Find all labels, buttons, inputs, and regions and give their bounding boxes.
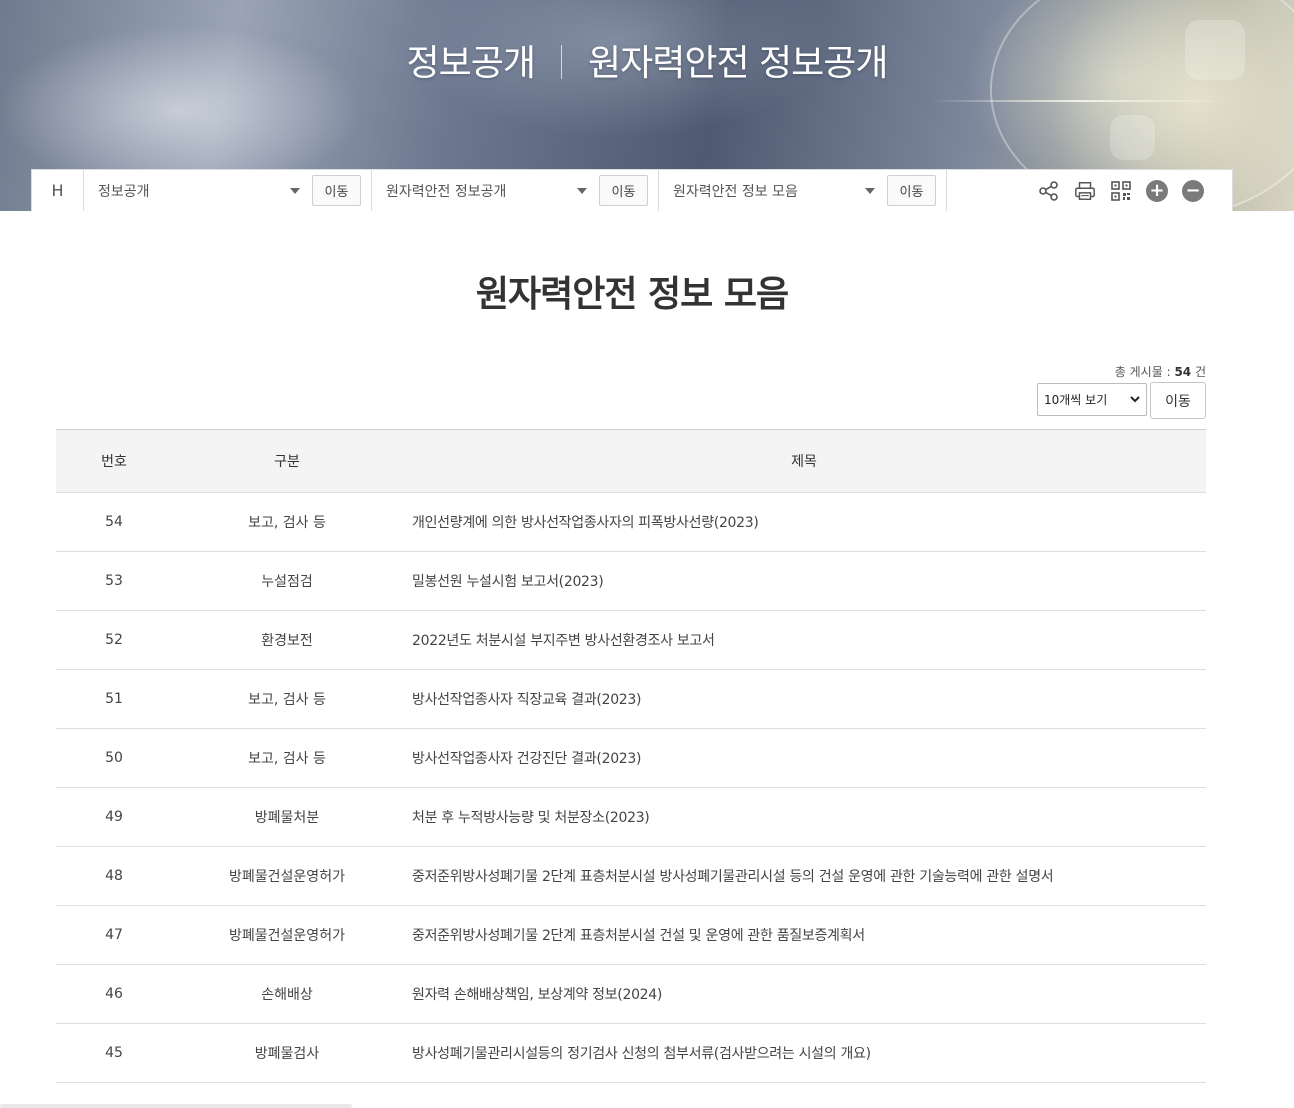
- share-icon[interactable]: [1038, 180, 1060, 202]
- row-title-link[interactable]: 중저준위방사성폐기물 2단계 표층처분시설 건설 및 운영에 관한 품질보증계획…: [412, 928, 865, 944]
- row-category: 환경보전: [261, 633, 313, 649]
- location-level1-go-button[interactable]: 이동: [312, 175, 361, 206]
- location-level2-go-button[interactable]: 이동: [599, 175, 648, 206]
- row-title-cell: 2022년도 처분시설 부지주변 방사선환경조사 보고서: [402, 630, 1206, 650]
- table-row: 48 방폐물건설운영허가 중저준위방사성폐기물 2단계 표층처분시설 방사성폐기물관…: [56, 847, 1206, 906]
- row-number: 54: [105, 514, 123, 530]
- row-category: 방폐물검사: [254, 1046, 320, 1062]
- table-row: 45 방폐물검사 방사성폐기물관리시설등의 정기검사 신청의 첨부서류(검사받으려는…: [56, 1024, 1206, 1083]
- horizontal-scrollbar[interactable]: [0, 1104, 352, 1108]
- location-level1: 정보공개 이동: [84, 169, 372, 211]
- location-level3-label: 원자력안전 정보 모음: [673, 183, 798, 200]
- header-title: 제목: [791, 454, 817, 470]
- zoom-in-icon[interactable]: +: [1146, 179, 1168, 202]
- row-title-cell: 처분 후 누적방사능량 및 처분장소(2023): [402, 807, 1206, 827]
- table-body: 54 보고, 검사 등 개인선량계에 의한 방사선작업종사자의 피폭방사선량(202…: [56, 493, 1206, 1083]
- row-title-link[interactable]: 밀봉선원 누설시험 보고서(2023): [412, 574, 604, 590]
- row-number: 53: [105, 573, 123, 589]
- total-prefix: 총 게시물 :: [1114, 365, 1175, 379]
- total-suffix: 건: [1191, 365, 1206, 379]
- table-row: 47 방폐물건설운영허가 중저준위방사성폐기물 2단계 표층처분시설 건설 및 운영…: [56, 906, 1206, 965]
- table-row: 50 보고, 검사 등 방사선작업종사자 건강진단 결과(2023): [56, 729, 1206, 788]
- row-category: 방폐물건설운영허가: [229, 928, 345, 944]
- row-title-cell: 밀봉선원 누설시험 보고서(2023): [402, 571, 1206, 591]
- table-row: 49 방폐물처분 처분 후 누적방사능량 및 처분장소(2023): [56, 788, 1206, 847]
- home-link[interactable]: H: [32, 169, 84, 211]
- row-category: 방폐물처분: [254, 810, 320, 826]
- row-title-cell: 중저준위방사성폐기물 2단계 표층처분시설 방사성폐기물관리시설 등의 건설 운…: [402, 866, 1206, 886]
- hero-light-line: [930, 100, 1230, 102]
- row-category: 손해배상: [261, 987, 313, 1003]
- hero-title-left: 정보공개: [406, 43, 535, 84]
- row-category: 보고, 검사 등: [248, 751, 326, 767]
- total-count: 총 게시물 : 54 건: [1115, 363, 1206, 380]
- row-title-cell: 원자력 손해배상책임, 보상계약 정보(2024): [402, 984, 1206, 1004]
- row-title-link[interactable]: 방사선작업종사자 직장교육 결과(2023): [412, 692, 641, 708]
- row-title-link[interactable]: 원자력 손해배상책임, 보상계약 정보(2024): [412, 987, 662, 1003]
- row-category: 보고, 검사 등: [248, 515, 326, 531]
- per-page-go-button[interactable]: 이동: [1150, 382, 1206, 419]
- location-bar: H 정보공개 이동 원자력안전 정보공개 이동 원자력안전 정보 모음 이동 +…: [31, 169, 1233, 211]
- location-level2-label: 원자력안전 정보공개: [386, 183, 507, 200]
- zoom-out-icon[interactable]: −: [1182, 179, 1204, 202]
- location-level3-go-button[interactable]: 이동: [887, 175, 936, 206]
- location-level1-label: 정보공개: [98, 183, 150, 200]
- row-number: 48: [105, 868, 123, 884]
- per-page-select[interactable]: 10개씩 보기: [1037, 383, 1147, 416]
- hero-title-right: 원자력안전 정보공개: [587, 43, 889, 84]
- print-icon[interactable]: [1074, 180, 1096, 202]
- row-category: 방폐물건설운영허가: [229, 869, 345, 885]
- row-title-cell: 방사성폐기물관리시설등의 정기검사 신청의 첨부서류(검사받으려는 시설의 개요…: [402, 1043, 1206, 1063]
- row-number: 46: [105, 986, 123, 1002]
- row-title-link[interactable]: 중저준위방사성폐기물 2단계 표층처분시설 방사성폐기물관리시설 등의 건설 운…: [412, 869, 1054, 885]
- page-tools: + −: [947, 179, 1232, 202]
- table-row: 53 누설점검 밀봉선원 누설시험 보고서(2023): [56, 552, 1206, 611]
- row-number: 45: [105, 1045, 123, 1061]
- caret-down-icon: [290, 187, 300, 194]
- hero-title-divider: [560, 45, 562, 79]
- total-number: 54: [1174, 365, 1192, 379]
- hero-hexagon-decoration: [1110, 115, 1155, 160]
- hero-banner: 정보공개 원자력안전 정보공개 H 정보공개 이동 원자력안전 정보공개 이동 원…: [0, 0, 1294, 211]
- row-title-cell: 방사선작업종사자 건강진단 결과(2023): [402, 748, 1206, 768]
- row-category: 보고, 검사 등: [248, 692, 326, 708]
- row-title-cell: 개인선량계에 의한 방사선작업종사자의 피폭방사선량(2023): [402, 512, 1206, 532]
- qr-code-icon[interactable]: [1110, 180, 1132, 202]
- row-number: 52: [105, 632, 123, 648]
- table-header: 번호 구분 제목: [56, 430, 1206, 493]
- row-title-link[interactable]: 방사성폐기물관리시설등의 정기검사 신청의 첨부서류(검사받으려는 시설의 개요…: [412, 1046, 871, 1062]
- caret-down-icon: [865, 187, 875, 194]
- row-title-link[interactable]: 2022년도 처분시설 부지주변 방사선환경조사 보고서: [412, 633, 715, 649]
- table-row: 51 보고, 검사 등 방사선작업종사자 직장교육 결과(2023): [56, 670, 1206, 729]
- header-category: 구분: [274, 454, 300, 470]
- row-title-cell: 중저준위방사성폐기물 2단계 표층처분시설 건설 및 운영에 관한 품질보증계획…: [402, 925, 1206, 945]
- location-level1-select[interactable]: 정보공개: [98, 181, 312, 201]
- row-number: 50: [105, 750, 123, 766]
- per-page-selected: 10개씩 보기: [1044, 393, 1108, 407]
- table-row: 54 보고, 검사 등 개인선량계에 의한 방사선작업종사자의 피폭방사선량(202…: [56, 493, 1206, 552]
- hero-title: 정보공개 원자력안전 정보공개: [0, 34, 1294, 86]
- row-number: 49: [105, 809, 123, 825]
- location-level3-select[interactable]: 원자력안전 정보 모음: [673, 181, 887, 201]
- chevron-down-icon: [1130, 396, 1140, 403]
- board-table: 번호 구분 제목 54 보고, 검사 등 개인선량계에 의한 방사선작업종사자의 피…: [56, 429, 1206, 1083]
- page-title: 원자력안전 정보 모음: [475, 274, 789, 315]
- location-level2: 원자력안전 정보공개 이동: [372, 169, 659, 211]
- row-number: 51: [105, 691, 123, 707]
- table-row: 52 환경보전 2022년도 처분시설 부지주변 방사선환경조사 보고서: [56, 611, 1206, 670]
- row-title-link[interactable]: 처분 후 누적방사능량 및 처분장소(2023): [412, 810, 650, 826]
- caret-down-icon: [577, 187, 587, 194]
- row-title-link[interactable]: 개인선량계에 의한 방사선작업종사자의 피폭방사선량(2023): [412, 515, 759, 531]
- table-row: 46 손해배상 원자력 손해배상책임, 보상계약 정보(2024): [56, 965, 1206, 1024]
- row-category: 누설점검: [261, 574, 313, 590]
- row-number: 47: [105, 927, 123, 943]
- header-number: 번호: [101, 454, 127, 470]
- location-level3: 원자력안전 정보 모음 이동: [659, 169, 947, 211]
- row-title-link[interactable]: 방사선작업종사자 건강진단 결과(2023): [412, 751, 641, 767]
- location-level2-select[interactable]: 원자력안전 정보공개: [386, 181, 599, 201]
- row-title-cell: 방사선작업종사자 직장교육 결과(2023): [402, 689, 1206, 709]
